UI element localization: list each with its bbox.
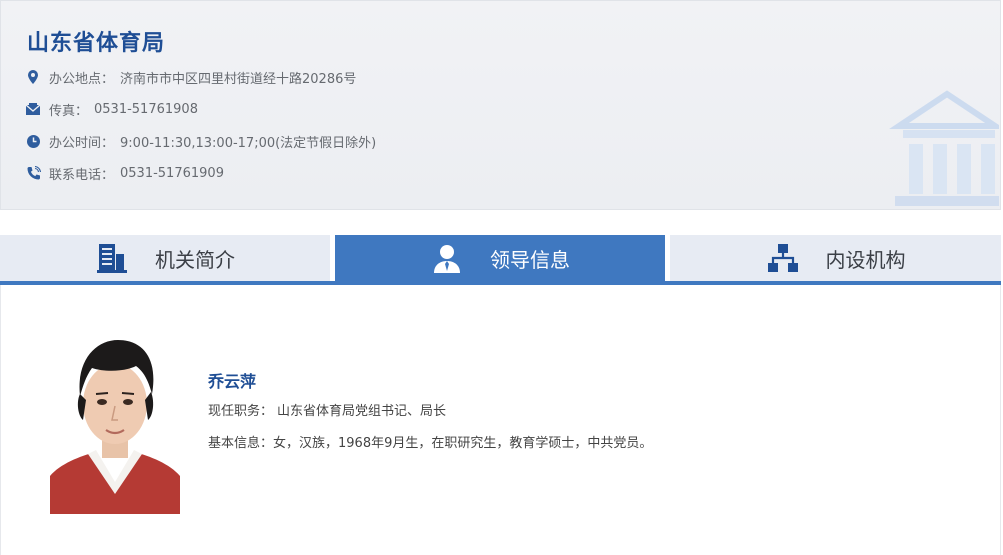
info-value: 女，汉族，1968年9月生，在职研究生，教育学硕士，中共党员。 — [273, 436, 653, 451]
phone-icon — [24, 164, 42, 182]
tab-leader-info-label: 领导信息 — [490, 247, 570, 272]
phone-value: 0531-51761909 — [120, 165, 224, 181]
hours-value: 9:00-11:30,13:00-17;00(法定节假日除外) — [120, 135, 377, 151]
phone-row: 联系电话： 0531-51761909 — [24, 163, 224, 183]
tab-agency-intro[interactable]: 机关简介 — [0, 235, 330, 281]
location-pin-icon — [24, 68, 42, 86]
fax-label: 传真： — [49, 103, 89, 119]
tab-leader-info[interactable]: 领导信息 — [335, 235, 665, 281]
org-title: 山东省体育局 — [27, 31, 166, 56]
person-icon — [430, 241, 464, 275]
address-value: 济南市市中区四里村街道经十路20286号 — [120, 71, 357, 87]
address-label: 办公地点： — [49, 71, 115, 87]
leader-info-row: 基本信息：女，汉族，1968年9月生，在职研究生，教育学硕士，中共党员。 — [208, 432, 652, 451]
position-value: 山东省体育局党组书记、局长 — [277, 404, 447, 419]
government-building-watermark-icon — [889, 86, 1003, 208]
tab-agency-intro-label: 机关简介 — [155, 247, 235, 272]
hours-row: 办公时间： 9:00-11:30,13:00-17;00(法定节假日除外) — [24, 131, 376, 151]
leader-name: 乔云萍 — [208, 372, 257, 391]
tab-internal-structure[interactable]: 内设机构 — [670, 235, 1001, 281]
position-label: 现任职务： — [208, 404, 274, 419]
phone-label: 联系电话： — [49, 167, 115, 183]
section-tabs: 机关简介 领导信息 内设机构 — [0, 235, 1001, 284]
fax-row: 传真： 0531-51761908 — [24, 99, 198, 119]
address-row: 办公地点： 济南市市中区四里村街道经十路20286号 — [24, 67, 356, 87]
clock-icon — [24, 132, 42, 150]
leader-photo — [50, 336, 180, 514]
leader-position-row: 现任职务： 山东省体育局党组书记、局长 — [208, 400, 446, 419]
fax-envelope-icon — [24, 100, 42, 118]
org-chart-icon — [766, 241, 800, 275]
fax-value: 0531-51761908 — [94, 101, 198, 117]
info-label: 基本信息： — [208, 436, 274, 451]
tab-internal-structure-label: 内设机构 — [825, 247, 906, 272]
hours-label: 办公时间： — [49, 135, 115, 151]
building-icon — [95, 241, 129, 275]
